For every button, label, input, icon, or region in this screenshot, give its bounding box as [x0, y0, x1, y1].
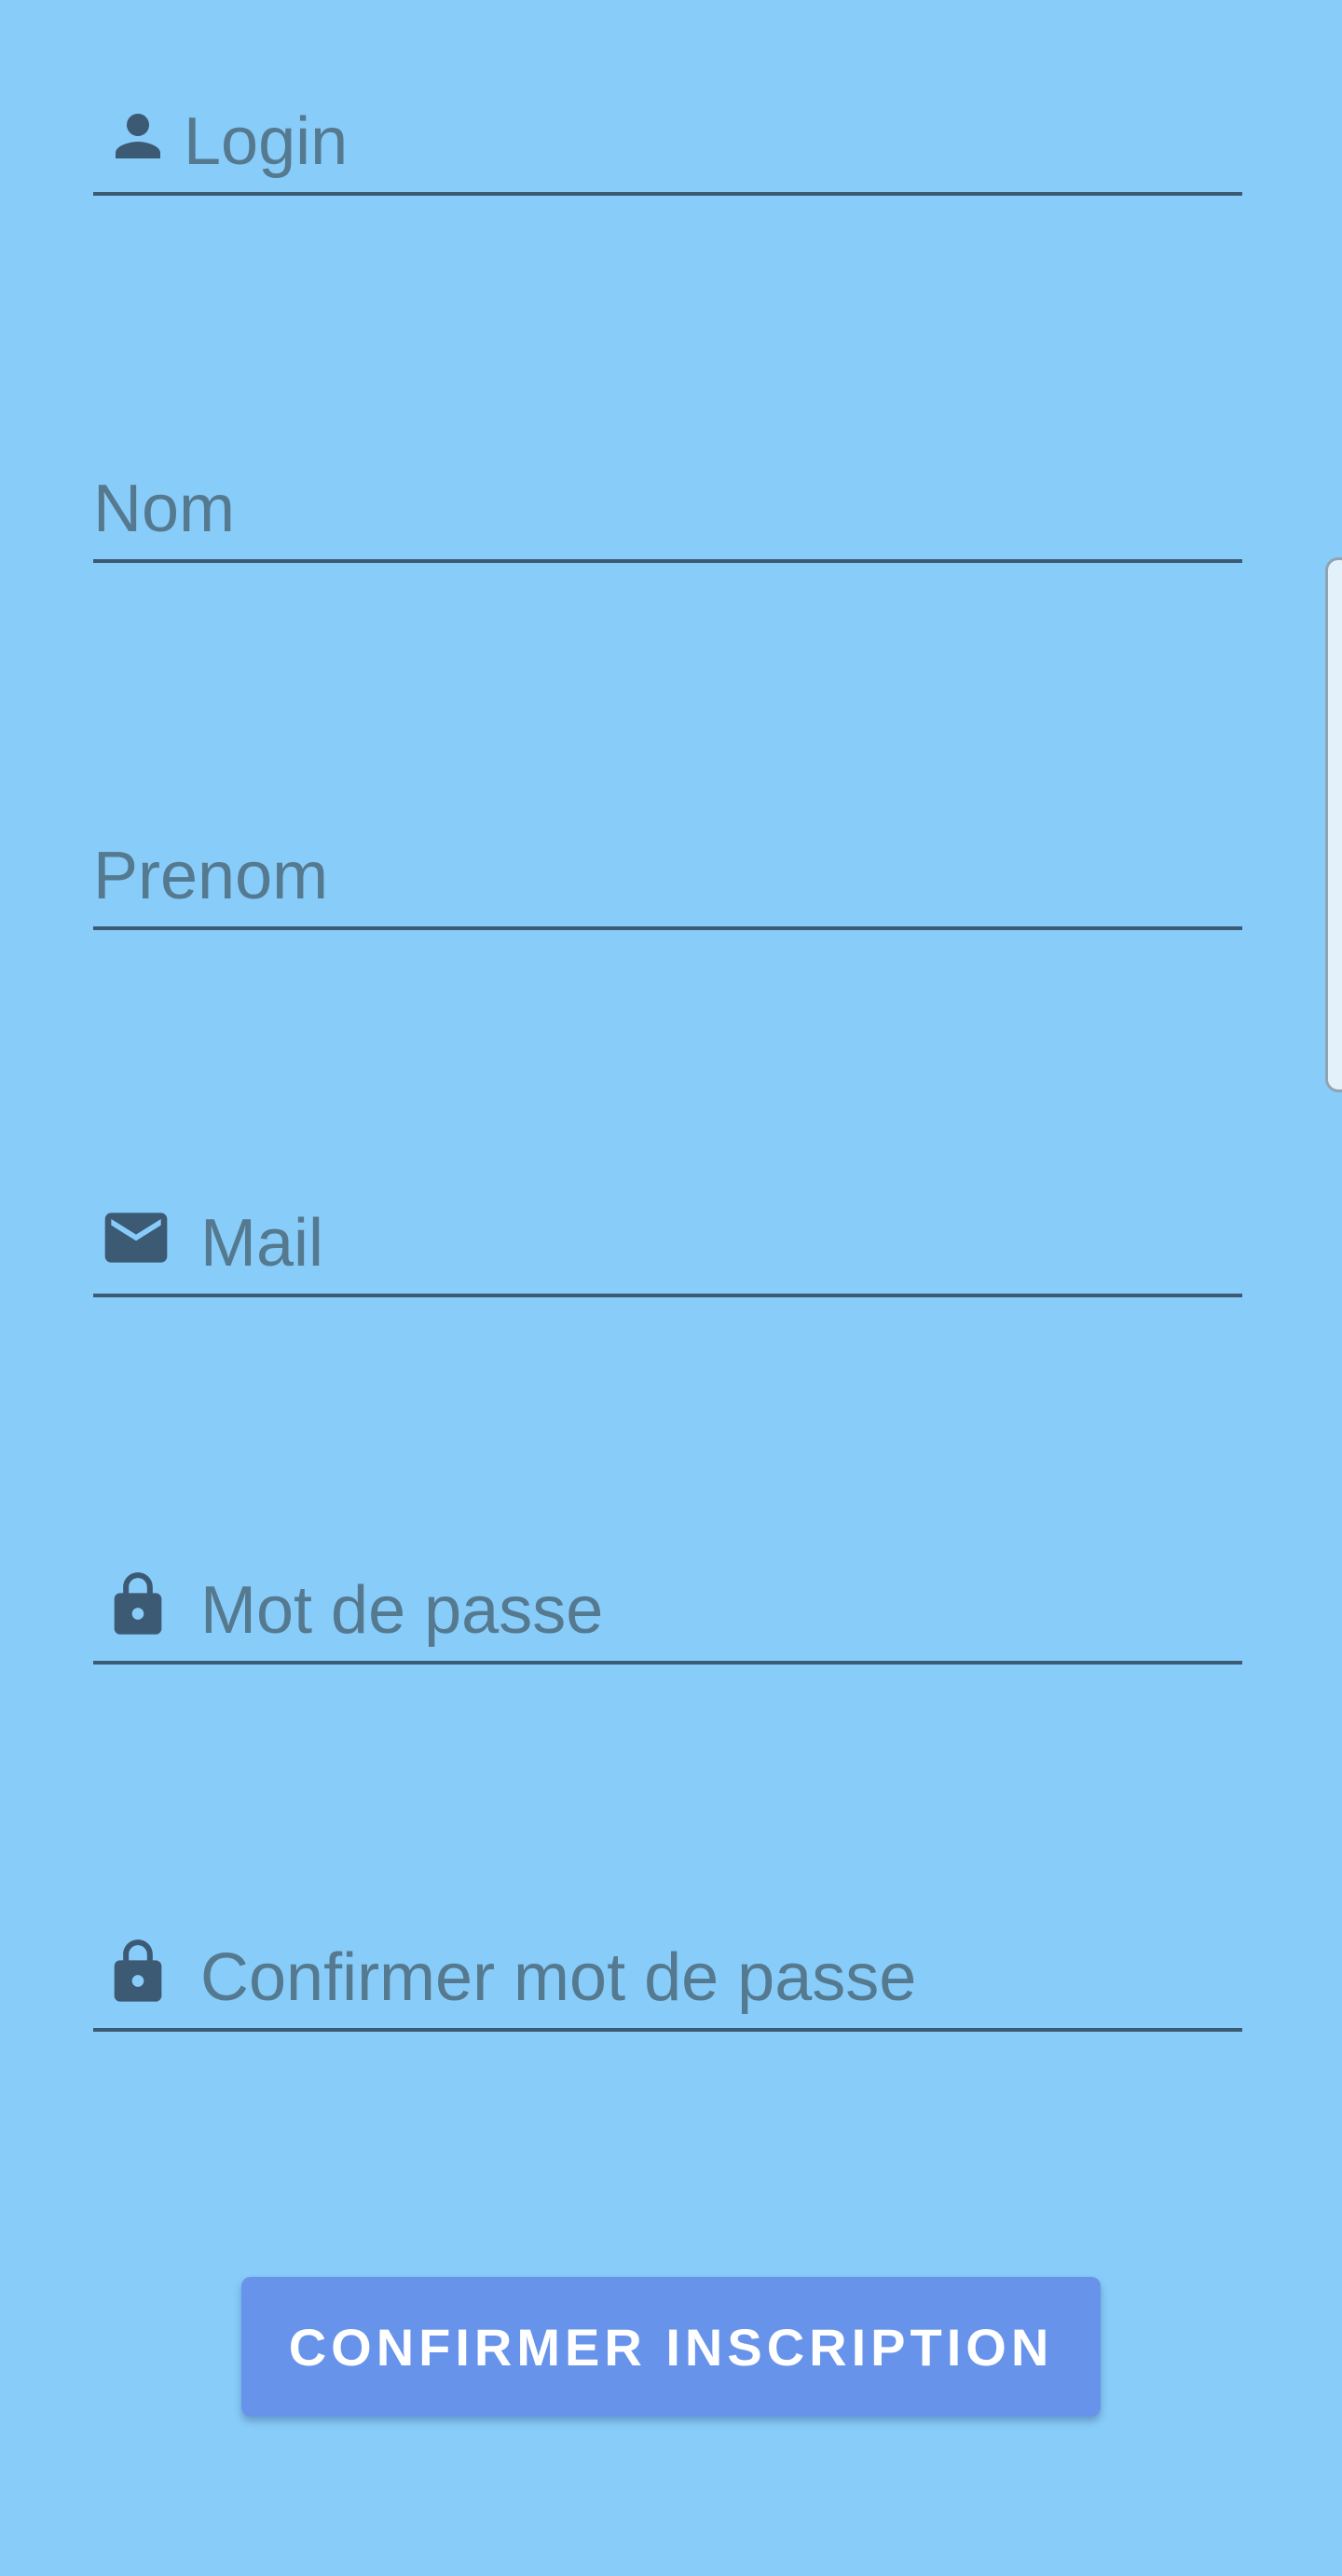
- confirm-password-field[interactable]: [93, 1920, 1242, 2032]
- mail-input[interactable]: [200, 1199, 1226, 1288]
- lock-icon: [101, 1935, 175, 2009]
- password-input[interactable]: [200, 1566, 1226, 1655]
- confirm-password-input[interactable]: [200, 1933, 1226, 2022]
- login-field[interactable]: [93, 84, 1242, 196]
- nom-field[interactable]: [93, 451, 1242, 563]
- edge-panel-handle[interactable]: [1325, 557, 1342, 1092]
- login-input[interactable]: [184, 97, 1227, 186]
- password-field[interactable]: [93, 1553, 1242, 1665]
- prenom-field[interactable]: [93, 818, 1242, 930]
- lock-icon: [101, 1568, 175, 1642]
- mail-icon: [99, 1200, 173, 1275]
- mail-field[interactable]: [93, 1185, 1242, 1297]
- prenom-input[interactable]: [93, 831, 1230, 921]
- person-icon: [101, 99, 175, 173]
- nom-input[interactable]: [93, 464, 1230, 554]
- confirm-signup-button[interactable]: CONFIRMER INSCRIPTION: [241, 2277, 1101, 2417]
